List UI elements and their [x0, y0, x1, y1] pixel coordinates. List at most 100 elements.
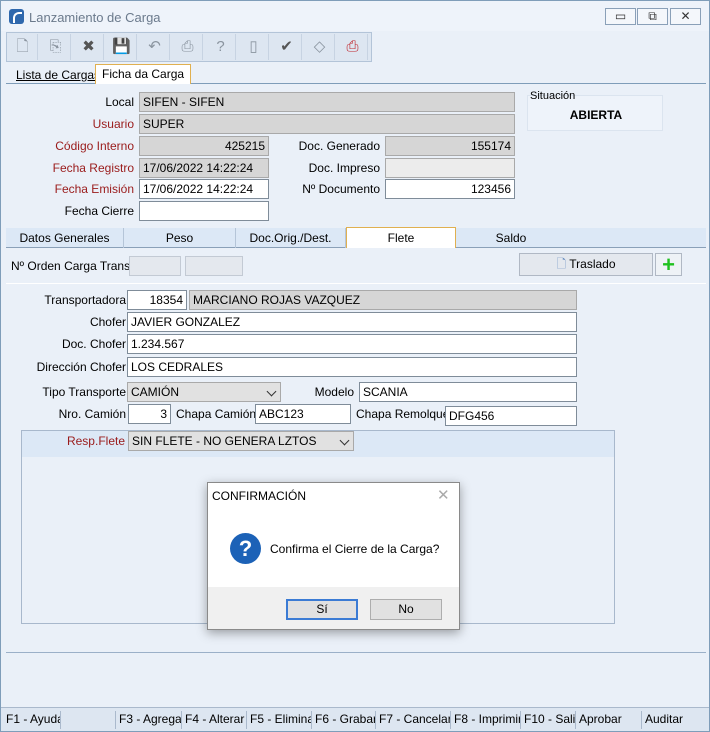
separator	[6, 283, 706, 284]
tab-flete[interactable]: Flete	[346, 227, 456, 248]
local-field: SIFEN - SIFEN	[139, 92, 515, 112]
aprobar-key[interactable]: Aprobar	[576, 711, 642, 729]
tab-ficha-da-carga[interactable]: Ficha da Carga	[95, 64, 192, 84]
f10-exit-key[interactable]: F10 - Salir	[521, 711, 576, 729]
tab-peso[interactable]: Peso	[124, 228, 236, 248]
printer-red-icon[interactable]: ⎙	[338, 34, 368, 60]
tipo-transporte-select[interactable]: CAMIÓN	[127, 382, 281, 402]
tab-lista-de-cargas[interactable]: Lista de Cargas	[10, 66, 106, 84]
modelo-field[interactable]: SCANIA	[359, 382, 577, 402]
chofer-field[interactable]: JAVIER GONZALEZ	[127, 312, 577, 332]
title-bar: Lanzamiento de Carga ▭ ⧉ ✕	[1, 1, 709, 31]
chofer-label: Chofer	[89, 315, 126, 329]
chapa-camion-label: Chapa Camión	[176, 407, 257, 421]
fecha-cierre-label: Fecha Cierre	[64, 204, 134, 218]
chapa-remolque-label: Chapa Remolque	[356, 407, 450, 421]
f8-print-key[interactable]: F8 - Imprimir	[451, 711, 521, 729]
traslado-label: Traslado	[569, 257, 616, 271]
fecha-emision-field[interactable]: 17/06/2022 14:22:24	[139, 179, 269, 199]
empty-key	[61, 711, 116, 729]
chapa-camion-field[interactable]: ABC123	[255, 404, 351, 424]
door-exit-icon[interactable]: ▯	[239, 34, 269, 60]
maximize-button[interactable]: ⧉	[637, 8, 668, 25]
direccion-chofer-field[interactable]: LOS CEDRALES	[127, 357, 577, 377]
no-button[interactable]: No	[370, 599, 442, 620]
transportadora-label: Transportadora	[44, 293, 126, 307]
f4-edit-key[interactable]: F4 - Alterar	[182, 711, 247, 729]
transportadora-code-field[interactable]: 18354	[127, 290, 187, 310]
app-icon	[9, 9, 24, 24]
copy-document-icon[interactable]: ⎘	[41, 34, 71, 60]
delete-icon[interactable]: ✖	[74, 34, 104, 60]
auditar-key[interactable]: Auditar	[642, 711, 707, 729]
usuario-field: SUPER	[139, 114, 515, 134]
nro-documento-label: Nº Documento	[302, 182, 380, 196]
document-icon: 🗋	[556, 257, 567, 271]
header-panel: Local SIFEN - SIFEN Usuario SUPER Código…	[6, 85, 706, 227]
fecha-emision-label: Fecha Emisión	[54, 182, 134, 196]
doc-generado-label: Doc. Generado	[298, 139, 380, 153]
resp-flete-select[interactable]: SIN FLETE - NO GENERA LZTOS	[128, 431, 354, 451]
tab-doc-orig-dest[interactable]: Doc.Orig./Dest.	[236, 228, 346, 248]
f6-save-key[interactable]: F6 - Grabar	[312, 711, 376, 729]
nro-documento-field[interactable]: 123456	[385, 179, 515, 199]
section-tabs: Datos Generales Peso Doc.Orig./Dest. Fle…	[6, 227, 706, 248]
situacion-label: Situación	[530, 90, 576, 102]
doc-chofer-field[interactable]: 1.234.567	[127, 334, 577, 354]
tipo-transporte-label: Tipo Transporte	[42, 385, 126, 399]
fecha-registro-field: 17/06/2022 14:22:24	[139, 158, 269, 178]
nro-camion-label: Nro. Camión	[58, 407, 126, 421]
orden-carga-label: Nº Orden Carga Transp.	[11, 259, 141, 273]
transportadora-name-field: MARCIANO ROJAS VAZQUEZ	[189, 290, 577, 310]
chevron-down-icon	[266, 386, 277, 397]
situacion-value: ABIERTA	[569, 108, 623, 122]
resp-flete-header: Resp.Flete SIN FLETE - NO GENERA LZTOS	[22, 431, 614, 457]
nro-camion-field[interactable]: 3	[128, 404, 171, 424]
minimize-button[interactable]: ▭	[605, 8, 636, 25]
question-icon: ?	[230, 533, 261, 564]
undo-icon[interactable]: ↶	[140, 34, 170, 60]
checkmark-icon[interactable]: ✔	[272, 34, 302, 60]
doc-generado-field: 155174	[385, 136, 515, 156]
eraser-icon[interactable]: ◇	[305, 34, 335, 60]
dialog-title: CONFIRMACIÓN	[212, 489, 306, 503]
codigo-interno-label: Código Interno	[55, 139, 134, 153]
f5-delete-key[interactable]: F5 - Eliminar	[247, 711, 312, 729]
tipo-transporte-value: CAMIÓN	[131, 385, 179, 399]
codigo-interno-field: 425215	[139, 136, 269, 156]
f3-add-key[interactable]: F3 - Agregar	[116, 711, 182, 729]
local-label: Local	[105, 95, 134, 109]
doc-impreso-label: Doc. Impreso	[308, 161, 380, 175]
orden-carga-field-2	[185, 256, 243, 276]
doc-impreso-field	[385, 158, 515, 178]
new-document-icon[interactable]: 🗋	[8, 34, 38, 60]
fecha-cierre-field[interactable]	[139, 201, 269, 221]
chapa-remolque-field[interactable]: DFG456	[445, 406, 577, 426]
resp-flete-label: Resp.Flete	[66, 434, 125, 448]
traslado-button[interactable]: 🗋 Traslado	[519, 253, 653, 276]
orden-carga-field-1	[129, 256, 181, 276]
tab-saldo[interactable]: Saldo	[456, 228, 566, 248]
window-title: Lanzamiento de Carga	[29, 10, 161, 25]
yes-button[interactable]: Sí	[286, 599, 358, 620]
confirmation-dialog: CONFIRMACIÓN ✕ ? Confirma el Cierre de l…	[207, 482, 460, 630]
save-icon[interactable]: 💾	[107, 34, 137, 60]
toolbar: 🗋 ⎘ ✖ 💾 ↶ ⎙ ? ▯ ✔ ◇ ⎙	[6, 32, 372, 62]
help-icon[interactable]: ?	[206, 34, 236, 60]
chevron-down-icon	[339, 435, 350, 446]
resp-flete-value: SIN FLETE - NO GENERA LZTOS	[132, 434, 317, 448]
main-window: Lanzamiento de Carga ▭ ⧉ ✕ 🗋 ⎘ ✖ 💾 ↶ ⎙ ?…	[0, 0, 710, 732]
f7-cancel-key[interactable]: F7 - Cancelar	[376, 711, 451, 729]
f1-help-key[interactable]: F1 - Ayuda	[3, 711, 61, 729]
add-button[interactable]: +	[655, 253, 682, 276]
dialog-close-icon[interactable]: ✕	[437, 486, 450, 504]
function-key-bar: F1 - Ayuda F3 - Agregar F4 - Alterar F5 …	[1, 707, 709, 731]
close-button[interactable]: ✕	[670, 8, 701, 25]
tab-datos-generales[interactable]: Datos Generales	[6, 228, 124, 248]
print-icon[interactable]: ⎙	[173, 34, 203, 60]
usuario-label: Usuario	[92, 117, 134, 131]
direccion-chofer-label: Dirección Chofer	[36, 360, 126, 374]
situacion-box: Situación ABIERTA	[527, 90, 663, 131]
doc-chofer-label: Doc. Chofer	[61, 337, 126, 351]
modelo-label: Modelo	[314, 385, 354, 399]
